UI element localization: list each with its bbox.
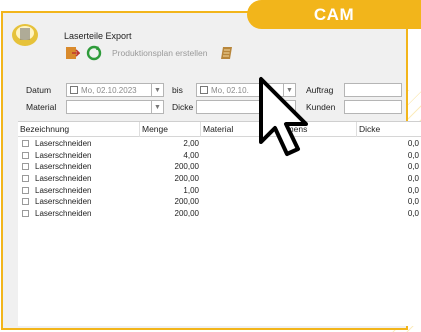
filter-row-dates: Datum Mo, 02.10.2023 ▼ bis Mo, 02.10. ▼ …: [26, 83, 402, 97]
cell-material: [201, 196, 269, 208]
mouse-pointer-icon: [259, 77, 308, 156]
cell-menge: 200,00: [174, 208, 199, 218]
bis-value: Mo, 02.10.: [211, 85, 249, 95]
material-dropdown-button[interactable]: ▼: [152, 100, 164, 114]
cam-badge-label: CAM: [313, 4, 355, 24]
column-header-dicke[interactable]: Dicke: [357, 122, 421, 137]
datum-label: Datum: [26, 85, 52, 95]
cell-bezeichnung: Laserschneiden: [18, 208, 140, 220]
cell-material: [201, 161, 269, 173]
cell-menge: 200,00: [174, 174, 199, 184]
table-row[interactable]: Laserschneiden 1,00 0,0: [18, 184, 421, 196]
kunden-input[interactable]: [344, 100, 402, 114]
export-icon[interactable]: [64, 45, 80, 61]
row-name: Laserschneiden: [35, 174, 92, 184]
cell-bezeichnung: Laserschneiden: [18, 184, 140, 196]
cell-dicke: 0,0: [407, 150, 419, 160]
datum-dropdown-button[interactable]: ▼: [152, 83, 164, 97]
cam-badge: CAM: [247, 0, 421, 29]
window-title: Laserteile Export: [64, 31, 132, 41]
row-checkbox[interactable]: [22, 163, 29, 171]
cell-nahmens: [269, 184, 357, 196]
bis-label: bis: [172, 85, 183, 95]
row-checkbox[interactable]: [22, 151, 29, 159]
material-label: Material: [26, 102, 57, 112]
dicke-label: Dicke: [172, 102, 194, 112]
datum-value: Mo, 02.10.2023: [81, 85, 137, 95]
column-header-bezeichnung[interactable]: Bezeichnung: [18, 121, 140, 137]
cell-menge: 1,00: [183, 185, 199, 195]
cell-dicke: 0,0: [407, 162, 419, 172]
column-header-menge[interactable]: Menge: [140, 121, 201, 137]
app-logo-icon: [12, 24, 38, 46]
row-name: Laserschneiden: [35, 162, 92, 172]
table-row[interactable]: Laserschneiden 200,00 0,0: [18, 196, 421, 208]
row-checkbox[interactable]: [22, 209, 29, 217]
cell-bezeichnung: Laserschneiden: [18, 173, 140, 185]
cell-menge: 4,00: [183, 150, 199, 160]
cell-dicke: 0,0: [407, 139, 419, 149]
cell-nahmens: [269, 173, 357, 185]
table-row[interactable]: Laserschneiden 200,00 0,0: [18, 161, 421, 173]
cell-dicke: 0,0: [407, 208, 419, 218]
table-row[interactable]: Laserschneiden 200,00 0,0: [18, 208, 421, 220]
results-table: Bezeichnung Menge Material Nahmens Dicke…: [18, 121, 421, 326]
cell-bezeichnung: Laserschneiden: [18, 161, 140, 173]
cell-nahmens: [269, 161, 357, 173]
filter-row-material: Material ▼ Dicke Kunden: [26, 100, 402, 114]
cell-bezeichnung: Laserschneiden: [18, 150, 140, 162]
cell-material: [201, 208, 269, 220]
cell-nahmens: [269, 208, 357, 220]
create-production-plan-button[interactable]: Produktionsplan erstellen: [112, 48, 207, 58]
cell-menge: 200,00: [174, 197, 199, 207]
row-name: Laserschneiden: [35, 185, 92, 195]
cell-bezeichnung: Laserschneiden: [18, 196, 140, 208]
cell-nahmens: [269, 196, 357, 208]
auftrag-input[interactable]: [344, 83, 402, 97]
material-select[interactable]: [66, 100, 152, 114]
cell-material: [201, 173, 269, 185]
table-row[interactable]: Laserschneiden 200,00 0,0: [18, 173, 421, 185]
cell-bezeichnung: Laserschneiden: [18, 138, 140, 150]
cell-menge: 2,00: [183, 139, 199, 149]
datum-checkbox[interactable]: [70, 86, 78, 94]
toolbar: Produktionsplan erstellen: [64, 45, 235, 61]
row-name: Laserschneiden: [35, 150, 92, 160]
row-name: Laserschneiden: [35, 197, 92, 207]
cell-material: [201, 184, 269, 196]
cell-dicke: 0,0: [407, 185, 419, 195]
row-checkbox[interactable]: [22, 198, 29, 206]
refresh-icon[interactable]: [86, 45, 102, 61]
cell-dicke: 0,0: [407, 197, 419, 207]
table-row[interactable]: Laserschneiden 2,00 0,0: [18, 138, 421, 150]
row-checkbox[interactable]: [22, 175, 29, 183]
cell-dicke: 0,0: [407, 174, 419, 184]
table-body: Laserschneiden 2,00 0,0 Laserschneiden 4,00 0…: [18, 137, 421, 219]
cell-menge: 200,00: [174, 162, 199, 172]
row-name: Laserschneiden: [35, 208, 92, 218]
row-name: Laserschneiden: [35, 139, 92, 149]
datum-picker[interactable]: Mo, 02.10.2023: [66, 83, 152, 97]
row-checkbox[interactable]: [22, 186, 29, 194]
bis-checkbox[interactable]: [200, 86, 208, 94]
scroll-icon[interactable]: [219, 45, 235, 61]
table-header: Bezeichnung Menge Material Nahmens Dicke: [18, 121, 421, 137]
row-checkbox[interactable]: [22, 140, 29, 148]
table-row[interactable]: Laserschneiden 4,00 0,0: [18, 150, 421, 162]
